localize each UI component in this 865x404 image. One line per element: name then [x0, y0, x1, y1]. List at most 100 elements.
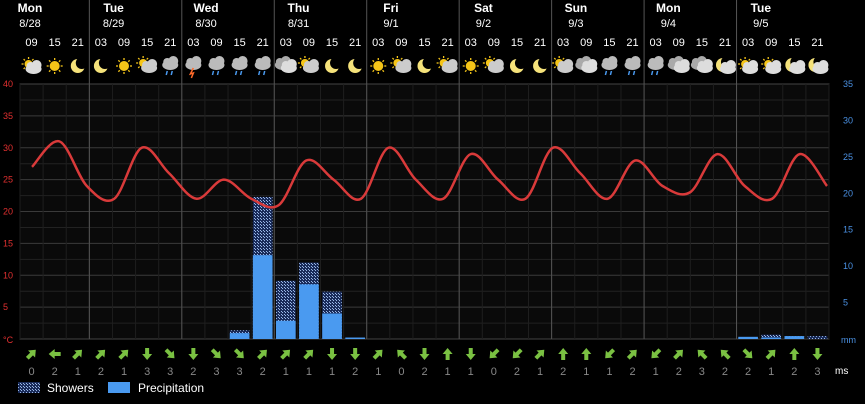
hour-label: 03: [557, 37, 569, 49]
raindrop: [165, 70, 168, 76]
sun-ray: [438, 66, 441, 69]
weather-icon-cloud-sun: [552, 56, 574, 73]
wind-arrow: [327, 348, 338, 360]
day-name-8: Tue: [751, 1, 772, 15]
weather-icons: [21, 56, 829, 79]
moon-shadow: [353, 57, 366, 69]
wind-speed: 3: [167, 366, 173, 378]
hour-label: 09: [488, 37, 500, 49]
wind-speed: 1: [606, 366, 612, 378]
sun-ray: [553, 57, 557, 60]
wind-arrow: [118, 349, 129, 360]
sun-ray: [492, 57, 496, 60]
wind-arrow-shape: [697, 349, 708, 360]
wind-speed: 2: [560, 366, 566, 378]
cloud-part: [818, 60, 829, 70]
precipitation-bar: [322, 313, 342, 339]
wind-speed: 2: [722, 366, 728, 378]
moon-shadow: [514, 57, 527, 69]
cloud-part: [607, 56, 618, 66]
day-name-5: Sat: [474, 1, 493, 15]
sun-ray: [438, 57, 441, 60]
moon-shadow: [75, 57, 88, 69]
wind-arrow: [626, 349, 637, 360]
weather-icon-sun: [116, 58, 133, 74]
wind-arrow: [233, 348, 244, 359]
sun-ray: [48, 69, 51, 73]
wind-arrow-shape: [72, 349, 83, 360]
hour-label: 15: [141, 37, 153, 49]
wind-arrow: [48, 349, 61, 359]
wind-arrow: [142, 348, 153, 360]
day-date-3: 8/31: [288, 18, 309, 30]
weather-icon-sun-cloud: [761, 57, 782, 74]
wind-arrow-shape: [397, 349, 408, 360]
cloud-part: [563, 59, 574, 69]
weather-icon-moon: [533, 57, 551, 73]
sun-ray: [382, 69, 385, 73]
cloud-part: [286, 59, 297, 69]
sun-ray: [446, 57, 450, 60]
y-right-tick: 30: [843, 115, 853, 125]
weather-icon-cloud: [575, 56, 598, 73]
wind-arrow: [512, 348, 523, 359]
raindrop: [239, 70, 243, 76]
day-name-4: Fri: [383, 1, 398, 15]
sun-ray: [58, 69, 61, 73]
weather-icon-cloud-rain: [601, 56, 618, 76]
hour-label: 03: [742, 37, 754, 49]
wind-arrow-shape: [419, 348, 430, 360]
wind-speed: 1: [583, 366, 589, 378]
sun-ray: [748, 58, 751, 61]
sun-ray: [127, 69, 131, 73]
y-right-tick: 35: [843, 79, 853, 89]
cloud-part: [493, 59, 504, 69]
wind-arrow-shape: [812, 348, 823, 360]
hour-label: 09: [673, 37, 685, 49]
sun-ray: [474, 59, 477, 63]
wind-arrow-shape: [720, 349, 731, 360]
precipitation-bar: [761, 337, 782, 339]
sun-ray: [382, 59, 385, 63]
hour-label: 21: [349, 37, 361, 49]
hour-label: 09: [765, 37, 777, 49]
weather-icon-cloud: [274, 56, 297, 73]
showers-bar: [807, 336, 828, 339]
wind-arrow-shape: [280, 349, 291, 360]
wind-arrow-shape: [118, 349, 129, 360]
weather-icon-cloud-sun: [297, 56, 319, 73]
cloud-part: [191, 56, 202, 66]
wind-arrow: [442, 348, 453, 360]
weather-icon-sun-cloud: [21, 57, 42, 74]
sun-ray: [58, 59, 61, 63]
wind-arrow: [558, 348, 569, 360]
wind-speed: 1: [445, 366, 451, 378]
precipitation-bar: [252, 255, 273, 339]
hour-label: 09: [580, 37, 592, 49]
sun-ray: [146, 57, 149, 60]
hour-label: 03: [187, 37, 199, 49]
hour-label: 03: [465, 37, 477, 49]
wind-row: 0 2 1 2 1 3 3 2 3 3 2 1 1 1 2 1 0 2 1 1 0 2 1 2 1 1 2 1 2 3 2 2 1 2 3: [25, 348, 823, 378]
wind-arrow: [210, 348, 221, 359]
y-right-tick: 25: [843, 152, 853, 162]
precipitation-bar: [229, 333, 250, 339]
y-left-tick: 20: [3, 207, 13, 217]
hour-label: 21: [811, 37, 823, 49]
sun-ray: [137, 57, 141, 60]
chart-svg: Mon 8/28 Tue 8/29 Wed 8/30 Thu 8/31 Fri 9/1 Sat 9/2…: [3, 0, 856, 395]
moon-shadow: [422, 57, 435, 69]
precip-legend-swatch: [108, 382, 130, 393]
wind-arrow: [651, 348, 662, 359]
wind-arrow-shape: [372, 349, 383, 360]
y-right-tick: 15: [843, 225, 853, 235]
wind-arrow: [742, 348, 753, 359]
wind-arrow-shape: [142, 348, 153, 360]
sun-ray: [400, 57, 403, 60]
weather-icon-cloud-rain: [647, 56, 664, 76]
wind-arrow-shape: [350, 348, 361, 360]
wind-arrow-shape: [742, 348, 753, 359]
day-name-7: Mon: [656, 1, 681, 15]
wind-arrow: [164, 348, 175, 359]
raindrop: [234, 70, 238, 76]
